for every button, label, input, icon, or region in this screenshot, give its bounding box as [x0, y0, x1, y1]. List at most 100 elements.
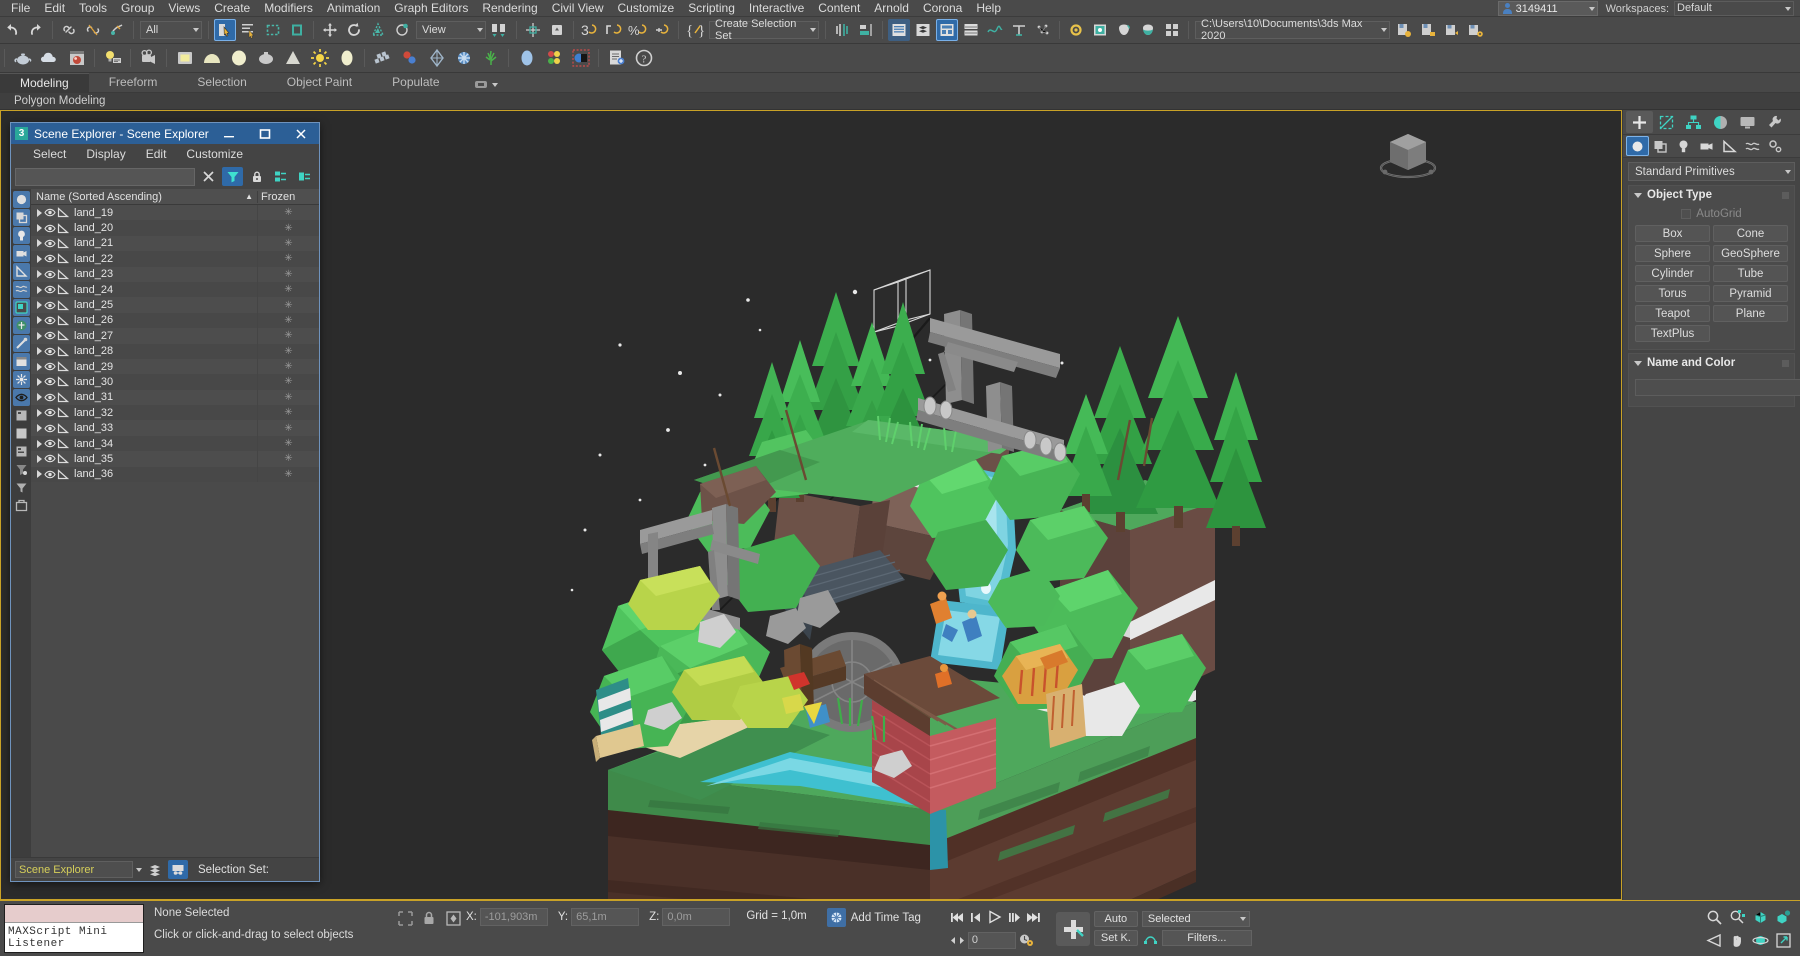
menu-tools[interactable]: Tools: [72, 0, 114, 16]
visibility-eye-icon[interactable]: [43, 331, 56, 340]
menu-file[interactable]: File: [4, 0, 37, 16]
help-icon[interactable]: ?: [631, 46, 656, 71]
percent-snap-toggle-button[interactable]: [603, 19, 625, 41]
expand-arrow-icon[interactable]: [31, 285, 43, 294]
zoom-extents-all-icon[interactable]: [1772, 906, 1794, 928]
category-systems[interactable]: [1764, 136, 1787, 156]
key-mode-toggle-icon[interactable]: [949, 932, 966, 949]
array-tool-button[interactable]: [370, 46, 395, 71]
visibility-eye-icon[interactable]: [43, 239, 56, 248]
table-row[interactable]: land_30 ✳: [31, 374, 319, 390]
workspace-dropdown[interactable]: Default: [1674, 1, 1794, 16]
key-filters-button[interactable]: Filters...: [1161, 930, 1252, 946]
table-row[interactable]: land_32 ✳: [31, 405, 319, 421]
previous-frame-button[interactable]: [968, 909, 985, 926]
visibility-eye-icon[interactable]: [43, 393, 56, 402]
frozen-state-cell[interactable]: ✳: [257, 343, 319, 359]
search-input[interactable]: [15, 167, 195, 186]
frozen-state-cell[interactable]: ✳: [257, 297, 319, 313]
particle-view-button[interactable]: [1032, 19, 1054, 41]
tab-object-paint[interactable]: Object Paint: [267, 73, 372, 92]
filter-particles-icon[interactable]: [12, 371, 30, 388]
maxscript-output-line[interactable]: [5, 905, 143, 923]
bind-to-space-warp-button[interactable]: [106, 19, 128, 41]
se-menu-customize[interactable]: Customize: [176, 147, 253, 161]
expand-arrow-icon[interactable]: [31, 362, 43, 371]
create-box-button[interactable]: Box: [1635, 225, 1710, 242]
rectangular-selection-region-button[interactable]: [262, 19, 284, 41]
table-row[interactable]: land_22 ✳: [31, 251, 319, 267]
filter-hidden-icon[interactable]: [12, 389, 30, 406]
render-setup-button[interactable]: [1065, 19, 1087, 41]
filter-shapes-icon[interactable]: [12, 209, 30, 226]
table-row[interactable]: land_20 ✳: [31, 220, 319, 236]
category-space-warps[interactable]: [1741, 136, 1764, 156]
filter-bones-icon[interactable]: [12, 335, 30, 352]
expand-arrow-icon[interactable]: [31, 224, 43, 233]
create-teapot-button[interactable]: Teapot: [1635, 305, 1710, 322]
current-frame-field[interactable]: 0: [967, 931, 1016, 949]
angle-snap-toggle-button[interactable]: 3: [579, 19, 601, 41]
rendered-frame-window-button[interactable]: [1089, 19, 1111, 41]
sphere-primitive-button[interactable]: [199, 46, 224, 71]
cone-primitive-button[interactable]: [280, 46, 305, 71]
select-object-button[interactable]: [214, 19, 236, 41]
tab-utilities[interactable]: [1761, 111, 1788, 133]
visibility-eye-icon[interactable]: [43, 208, 56, 217]
category-geometry[interactable]: [1626, 136, 1649, 156]
tab-freeform[interactable]: Freeform: [89, 73, 178, 92]
coord-y-field[interactable]: 65,1m: [571, 908, 640, 926]
render-iterative-button[interactable]: [1137, 19, 1159, 41]
expand-arrow-icon[interactable]: [31, 254, 43, 263]
frozen-state-cell[interactable]: ✳: [257, 205, 319, 221]
visibility-eye-icon[interactable]: [43, 470, 56, 479]
create-plane-button[interactable]: Plane: [1713, 305, 1788, 322]
expand-arrow-icon[interactable]: [31, 301, 43, 310]
cylinder-primitive-button[interactable]: [226, 46, 251, 71]
expand-arrow-icon[interactable]: [31, 331, 43, 340]
select-and-move-button[interactable]: [319, 19, 341, 41]
toggle-ribbon-button[interactable]: [936, 19, 958, 41]
box-primitive-button[interactable]: [172, 46, 197, 71]
frozen-state-cell[interactable]: ✳: [257, 235, 319, 252]
visibility-eye-icon[interactable]: [43, 362, 56, 371]
table-row[interactable]: land_21 ✳: [31, 235, 319, 252]
visibility-eye-icon[interactable]: [43, 347, 56, 356]
atmospheric-apparatus-button[interactable]: [397, 46, 422, 71]
key-tangent-icon[interactable]: [1142, 930, 1159, 947]
lock-icon[interactable]: [418, 908, 440, 928]
spinner-snap-toggle-button[interactable]: %: [627, 19, 649, 41]
save-file-button[interactable]: [1417, 19, 1439, 41]
sunlight-button[interactable]: [307, 46, 332, 71]
tab-hierarchy[interactable]: [1680, 111, 1707, 133]
select-and-place-button[interactable]: [391, 19, 413, 41]
frozen-state-cell[interactable]: ✳: [257, 420, 319, 436]
scene-explorer-window[interactable]: 3 Scene Explorer - Scene Explorer Select…: [10, 122, 320, 882]
table-row[interactable]: land_19 ✳: [31, 205, 319, 221]
expand-arrow-icon[interactable]: [31, 377, 43, 386]
frozen-state-cell[interactable]: ✳: [257, 266, 319, 282]
frozen-state-cell[interactable]: ✳: [257, 374, 319, 390]
visibility-eye-icon[interactable]: [43, 377, 56, 386]
layer-mode-icon[interactable]: [145, 860, 165, 879]
teapot-primitive-button[interactable]: [10, 46, 35, 71]
menu-help[interactable]: Help: [969, 0, 1008, 16]
frozen-state-cell[interactable]: ✳: [257, 220, 319, 236]
category-cameras[interactable]: [1695, 136, 1718, 156]
rollout-name-color-header[interactable]: Name and Color: [1629, 354, 1794, 372]
filter-geometry-icon[interactable]: [12, 191, 30, 208]
explorer-name-field[interactable]: Scene Explorer: [15, 861, 133, 878]
expand-arrow-icon[interactable]: [31, 347, 43, 356]
columns-config-icon[interactable]: [13, 407, 30, 424]
select-by-name-button[interactable]: [238, 19, 260, 41]
lock-icon[interactable]: [246, 167, 267, 186]
go-to-start-button[interactable]: [949, 909, 966, 926]
set-key-toggle-button[interactable]: Set K.: [1093, 930, 1138, 946]
visibility-eye-icon[interactable]: [43, 439, 56, 448]
table-row[interactable]: land_27 ✳: [31, 328, 319, 344]
expand-all-icon[interactable]: [270, 167, 291, 186]
maximize-button[interactable]: [247, 123, 283, 144]
filter-lights-icon[interactable]: [12, 227, 30, 244]
table-row[interactable]: land_29 ✳: [31, 358, 319, 375]
frozen-state-cell[interactable]: ✳: [257, 312, 319, 329]
